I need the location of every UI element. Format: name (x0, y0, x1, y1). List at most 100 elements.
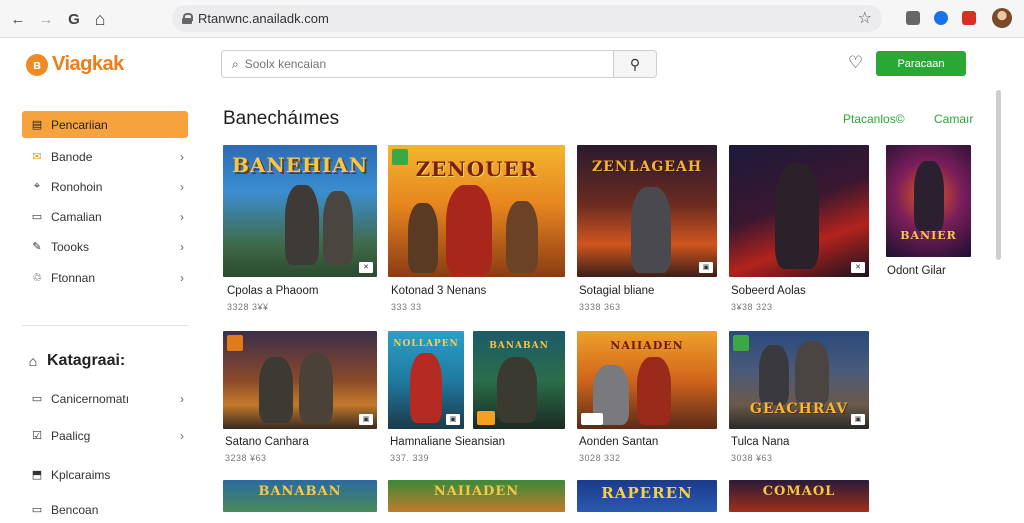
genre-badge-icon (733, 335, 749, 351)
art-title: GEACHRAV (749, 401, 849, 417)
chevron-right-icon: › (180, 428, 184, 443)
pencil-icon: ✎ (32, 241, 42, 253)
category-item-label: Bencoan (51, 502, 99, 517)
game-title[interactable]: Satano Canhara (225, 436, 309, 448)
art-title: NAIIADEN (433, 484, 520, 499)
game-meta: 3328 3¥¥ (227, 302, 269, 312)
lock-icon (182, 13, 193, 24)
hero-figure (446, 185, 492, 275)
game-meta: 3028 332 (579, 453, 621, 463)
list-icon: ▤ (31, 119, 43, 131)
wishlist-heart-icon[interactable]: ♡ (848, 53, 863, 73)
category-item-4[interactable]: ▭ Bencoan (22, 496, 188, 523)
monitor-icon: ▭ (31, 211, 43, 223)
sidebar-item-ronohoin[interactable]: ⌖ Ronohoin › (22, 173, 188, 200)
bookmark-star-icon[interactable]: ☆ (858, 8, 872, 28)
game-title[interactable]: Kotonad 3 Nenans (391, 285, 486, 297)
chevron-right-icon: › (180, 149, 184, 164)
sidebar-item-pencariian[interactable]: ▤ Pencariian (22, 111, 188, 138)
game-title[interactable]: Cpolas a Phaoom (227, 285, 318, 297)
game-title[interactable]: Odont Gilar (887, 265, 946, 277)
extension-icon-2[interactable] (934, 11, 948, 25)
category-icon: ⌂ (28, 353, 38, 369)
tab-other[interactable]: Camaır (934, 112, 973, 126)
soldier-figure (285, 185, 319, 265)
platform-badge-icon: ▣ (699, 262, 713, 273)
back-button[interactable]: ← (6, 7, 30, 31)
game-thumbnail[interactable]: NOLLAPEN ▣ (388, 331, 464, 429)
art-title: BANIER (900, 229, 957, 242)
url-text: Rtanwnc.anailadk.com (198, 11, 329, 26)
sidebar-item-label: Pencariian (51, 117, 108, 132)
game-title[interactable]: Aonden Santan (579, 436, 658, 448)
address-bar[interactable]: Rtanwnc.anailadk.com ☆ (172, 5, 882, 32)
site-logo[interactable]: ʙ Viagkak (26, 53, 124, 76)
game-thumbnail[interactable]: ✕ (729, 145, 869, 277)
mail-icon: ✉ (32, 151, 42, 163)
sidebar-item-toooks[interactable]: ✎ Toooks › (22, 233, 188, 260)
primary-cta-button[interactable]: Paracaan (876, 51, 966, 76)
game-title[interactable]: Sotagial bliane (579, 285, 654, 297)
search-icon: ⚲ (629, 55, 641, 72)
sidebar-item-label: Ftonnan (51, 270, 96, 285)
game-thumbnail[interactable]: BANABAN (223, 480, 377, 512)
game-thumbnail[interactable]: ▣ (223, 331, 377, 429)
game-thumbnail[interactable]: BANEHIAN ✕ (223, 145, 377, 277)
game-meta: 3338 363 (579, 302, 621, 312)
game-thumbnail[interactable]: ZENLAGEAH ▣ (577, 145, 717, 277)
profile-avatar[interactable] (992, 8, 1012, 28)
game-meta: 3238 ¥63 (225, 453, 267, 463)
game-title[interactable]: Sobeerd Aolas (731, 285, 806, 297)
game-thumbnail[interactable]: BANIER (886, 145, 971, 257)
game-thumbnail[interactable]: RAPEREN (577, 480, 717, 512)
box-icon: ▭ (31, 504, 43, 516)
game-thumbnail[interactable]: ZENOUER (388, 145, 565, 277)
sidebar-item-ftonnan[interactable]: ♲ Ftonnan › (22, 264, 188, 291)
game-meta: 333 33 (391, 302, 422, 312)
reload-button[interactable]: G (62, 7, 86, 31)
game-thumbnail[interactable]: NAIIADEN (388, 480, 565, 512)
scrollbar[interactable] (996, 90, 1001, 260)
tab-popular[interactable]: Ptacanlos© (843, 112, 905, 126)
dark-warrior-figure (775, 163, 819, 269)
category-item-3[interactable]: ⬒ Kplcaraims (22, 461, 188, 488)
category-item-2[interactable]: ☑ Paalicg › (22, 422, 188, 449)
recycle-icon: ♲ (32, 272, 42, 284)
target-icon: ⌖ (33, 180, 41, 192)
category-item-1[interactable]: ▭ Canicernomatı › (22, 385, 188, 412)
sidebar-item-label: Toooks (51, 239, 90, 254)
art-title: BANABAN (258, 484, 342, 499)
game-thumbnail[interactable]: NAIIADEN (577, 331, 717, 429)
hero-figure (637, 357, 671, 425)
search-small-icon: ⌕ (232, 56, 239, 71)
sidebar-item-banode[interactable]: ✉ Banode › (22, 143, 188, 170)
game-thumbnail[interactable]: COMAOL (729, 480, 869, 512)
search-input[interactable] (244, 57, 615, 71)
home-button[interactable]: ⌂ (88, 7, 112, 31)
art-title: ZENLAGEAH (591, 159, 703, 175)
game-title[interactable]: Hamnaliane Sieansian (390, 436, 505, 448)
category-item-label: Canicernomatı (51, 391, 130, 406)
soldier-figure (506, 201, 538, 273)
extension-icon-1[interactable] (906, 11, 920, 25)
chevron-right-icon: › (180, 239, 184, 254)
art-title: BANABAN (489, 341, 549, 351)
game-title[interactable]: Tulca Nana (731, 436, 789, 448)
extension-icon-3[interactable] (962, 11, 976, 25)
categories-heading: ⌂ Katagraai: (24, 352, 125, 370)
platform-badge-icon: ▣ (446, 414, 460, 425)
category-item-label: Kplcaraims (51, 467, 111, 482)
soldier-figure (497, 357, 537, 423)
art-title: NAIIADEN (610, 339, 684, 352)
genre-badge-icon (477, 411, 495, 425)
game-thumbnail[interactable]: GEACHRAV ▣ (729, 331, 869, 429)
game-thumbnail[interactable]: BANABAN (473, 331, 565, 429)
search-button[interactable]: ⚲ (613, 51, 656, 77)
chevron-right-icon: › (180, 270, 184, 285)
logo-mark-icon: ʙ (26, 53, 48, 76)
forward-button[interactable]: → (34, 7, 58, 31)
game-meta: 3¥38 323 (731, 302, 773, 312)
soldier-figure (759, 345, 789, 405)
sidebar-item-camalian[interactable]: ▭ Camalian › (22, 203, 188, 230)
logo-text: Viagkak (52, 53, 124, 75)
